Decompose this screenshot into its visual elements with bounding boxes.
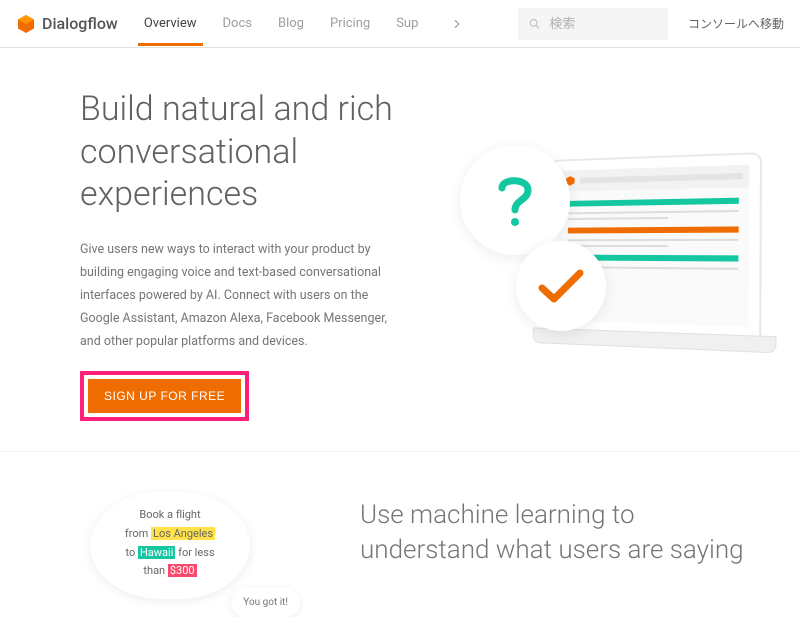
search-icon bbox=[528, 16, 541, 32]
nav-docs[interactable]: Docs bbox=[223, 2, 252, 45]
nav-tabs: Overview Docs Blog Pricing Sup bbox=[144, 2, 465, 45]
ml-section: Book a flight from Los Angeles to Hawaii… bbox=[0, 451, 800, 599]
reply-bubble: You got it! bbox=[231, 588, 300, 617]
checkmark-icon bbox=[536, 266, 586, 306]
nav-support[interactable]: Sup bbox=[396, 2, 418, 45]
entity-destination: Hawaii bbox=[138, 546, 175, 559]
nav-pricing[interactable]: Pricing bbox=[330, 2, 370, 45]
signup-free-button[interactable]: SIGN UP FOR FREE bbox=[88, 379, 241, 413]
hero-description: Give users new ways to interact with you… bbox=[80, 238, 400, 354]
entity-price: $300 bbox=[168, 564, 197, 577]
brand-name: Dialogflow bbox=[42, 14, 118, 33]
entity-origin: Los Angeles bbox=[151, 527, 215, 540]
nav-blog[interactable]: Blog bbox=[278, 2, 304, 45]
example-query-bubble: Book a flight from Los Angeles to Hawaii… bbox=[90, 492, 250, 599]
checkmark-bubble bbox=[516, 241, 606, 331]
cta-highlight-box: SIGN UP FOR FREE bbox=[80, 371, 249, 421]
hero-illustration bbox=[420, 88, 800, 421]
hero-text-column: Build natural and rich conversational ex… bbox=[80, 88, 400, 421]
go-to-console-link[interactable]: コンソールへ移動 bbox=[688, 15, 784, 32]
search-box[interactable] bbox=[518, 8, 668, 40]
nav-overview[interactable]: Overview bbox=[144, 2, 197, 45]
dialogflow-hex-icon bbox=[16, 14, 36, 34]
chevron-right-icon bbox=[450, 17, 464, 31]
question-bubble bbox=[460, 145, 570, 255]
brand-logo[interactable]: Dialogflow bbox=[16, 14, 118, 34]
search-input[interactable] bbox=[549, 16, 658, 31]
top-nav: Dialogflow Overview Docs Blog Pricing Su… bbox=[0, 0, 800, 48]
bubble-line1: Book a flight bbox=[108, 506, 232, 525]
hero-section: Build natural and rich conversational ex… bbox=[0, 48, 800, 451]
nav-more-chevron[interactable] bbox=[444, 17, 464, 31]
question-mark-icon bbox=[492, 170, 538, 230]
hero-title: Build natural and rich conversational ex… bbox=[80, 88, 400, 216]
ml-section-title: Use machine learning to understand what … bbox=[360, 492, 760, 568]
